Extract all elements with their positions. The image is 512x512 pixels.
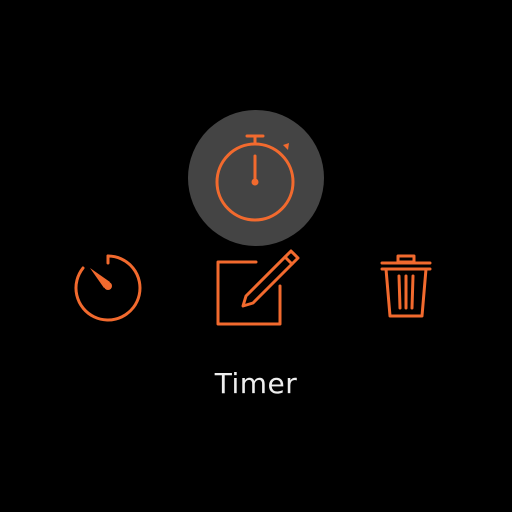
watch-screen: Timer bbox=[0, 0, 512, 512]
edit-icon bbox=[216, 249, 300, 326]
edit-button[interactable] bbox=[210, 240, 302, 332]
trash-icon bbox=[380, 254, 432, 318]
selected-action-label: Timer bbox=[214, 367, 298, 400]
timer-icon bbox=[74, 254, 142, 322]
timer-button[interactable] bbox=[68, 248, 148, 328]
stopwatch-icon bbox=[215, 134, 295, 222]
delete-button[interactable] bbox=[370, 246, 442, 326]
stopwatch-button[interactable] bbox=[188, 110, 324, 246]
